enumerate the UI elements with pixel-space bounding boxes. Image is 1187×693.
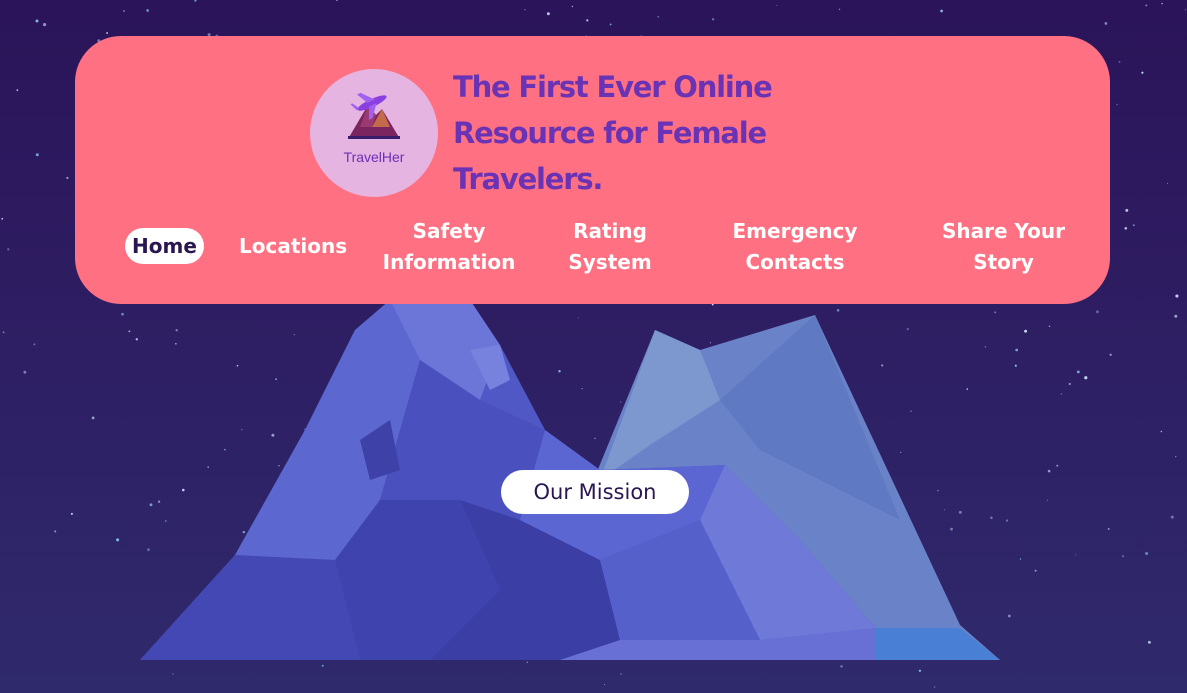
tagline: The First Ever Online Resource for Femal… — [453, 70, 773, 196]
header-card: TravelHer The First Ever Online Resource… — [75, 36, 1110, 304]
nav-home[interactable]: Home — [125, 228, 204, 264]
airplane-mountain-icon — [348, 92, 400, 139]
nav-share-your-story[interactable]: Share Your Story — [936, 216, 1071, 278]
nav-locations[interactable]: Locations — [239, 231, 347, 262]
our-mission-button[interactable]: Our Mission — [501, 470, 689, 514]
logo-text: TravelHer — [343, 149, 405, 165]
nav-rating-system[interactable]: Rating System — [565, 216, 655, 278]
logo[interactable]: TravelHer — [310, 69, 438, 197]
nav-emergency-contacts[interactable]: Emergency Contacts — [725, 216, 865, 278]
nav-safety-information[interactable]: Safety Information — [379, 216, 519, 278]
